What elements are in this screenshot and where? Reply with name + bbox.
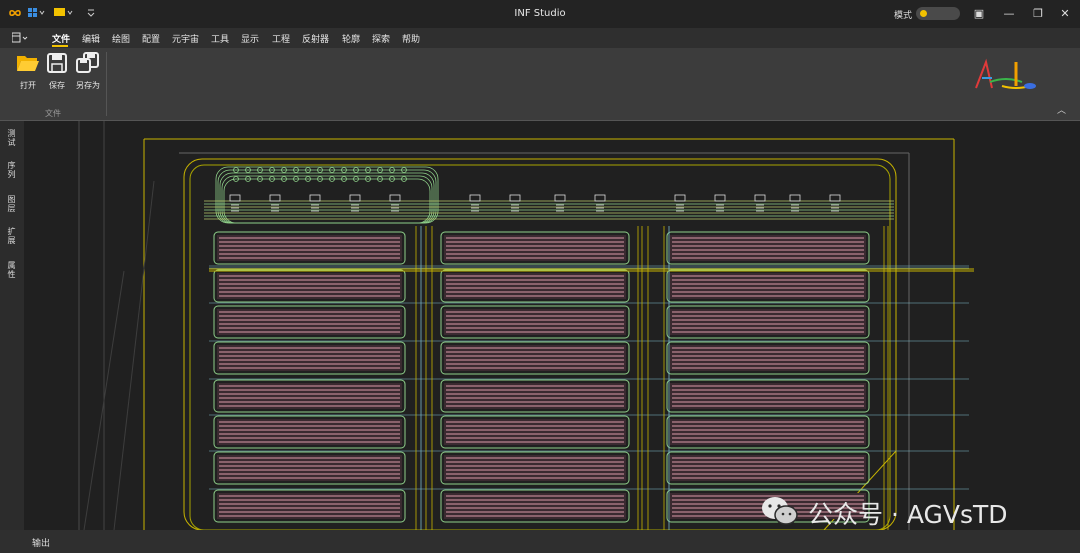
save-button[interactable]: 保存 [42,52,72,91]
menu-metaverse[interactable]: 元宇宙 [172,32,199,45]
menu-file[interactable]: 文件 [52,32,70,45]
station-marker [229,194,241,202]
folder-open-icon [17,56,39,71]
rack-block [444,383,626,409]
rack-block [670,345,866,371]
menu-tools[interactable]: 工具 [211,32,229,45]
station-marker [469,194,481,202]
open-button[interactable]: 打开 [13,52,43,91]
minimize-button[interactable]: — [1002,7,1016,21]
menu-project[interactable]: 工程 [272,32,290,45]
station-marker [789,194,801,202]
menu-config[interactable]: 配置 [142,32,160,45]
cad-layout-drawing[interactable] [24,121,1080,530]
station-marker [754,194,766,202]
wechat-icon [762,497,798,525]
title-bar: INF Studio 模式 ▣ — ❐ ✕ [0,0,1080,28]
menu-edit[interactable]: 编辑 [82,32,100,45]
rack-block [670,383,866,409]
menu-bar: 文件 编辑 绘图 配置 元宇宙 工具 显示 工程 反射器 轮廓 探索 帮助 [0,28,1080,48]
ribbon-group-label: 文件 [45,109,61,118]
menu-draw[interactable]: 绘图 [112,32,130,45]
station-marker [309,194,321,202]
rack-block [670,273,866,299]
close-button[interactable]: ✕ [1058,7,1072,21]
rack-block [670,455,866,481]
station-marker [269,194,281,202]
save-icon [47,53,67,73]
rack-block [217,493,402,519]
maximize-button[interactable]: ❐ [1031,7,1045,21]
tab-extensions[interactable]: 扩展 [6,227,17,245]
mode-toggle[interactable] [916,7,960,20]
rack-block [670,309,866,335]
save-as-icon [76,52,99,73]
drawing-canvas[interactable] [24,121,1080,530]
station-marker [674,194,686,202]
ribbon-group-separator [106,52,107,116]
rack-block [217,273,402,299]
rack-block [217,455,402,481]
station-marker [389,194,401,202]
rack-block [670,419,866,445]
rack-block [217,345,402,371]
tab-sequence[interactable]: 序列 [6,161,17,179]
menu-explore[interactable]: 探索 [372,32,390,45]
tab-properties[interactable]: 属性 [6,261,17,279]
station-marker [554,194,566,202]
rack-block [444,493,626,519]
station-marker [509,194,521,202]
collapse-ribbon-icon[interactable]: ︿ [1057,103,1066,116]
open-label: 打开 [20,81,36,90]
left-side-panel: 测试 序列 图层 扩展 属性 [0,121,24,530]
output-bar: 输出 [0,530,1080,553]
menu-help[interactable]: 帮助 [402,32,420,45]
restore-layout-icon[interactable]: ▣ [972,7,986,21]
rack-block [444,235,626,261]
menu-display[interactable]: 显示 [241,32,259,45]
toggle-knob [920,10,927,17]
rack-block [217,235,402,261]
rack-block [444,419,626,445]
stations [229,167,841,212]
green-path-loop [215,166,439,224]
rack-block [444,345,626,371]
rack-block [217,383,402,409]
rack-block [217,309,402,335]
rack-block [670,235,866,261]
tab-layers[interactable]: 图层 [6,195,17,213]
agvstd-logo [975,58,1036,89]
active-menu-indicator [52,45,68,47]
save-as-label: 另存为 [76,81,100,90]
rack-block [444,273,626,299]
tab-test[interactable]: 测试 [6,129,17,147]
station-marker [594,194,606,202]
watermark-text: 公众号 · AGVsTD [808,500,1008,529]
save-label: 保存 [49,81,65,90]
mode-label: 模式 [894,11,913,21]
storage-rack-blocks [213,231,870,523]
station-marker [349,194,361,202]
rack-block [444,309,626,335]
save-as-button[interactable]: 另存为 [73,52,103,91]
menu-reflector[interactable]: 反射器 [302,32,329,45]
rack-block [217,419,402,445]
menu-contour[interactable]: 轮廓 [342,32,360,45]
output-tab[interactable]: 输出 [32,536,50,549]
ribbon: 打开 保存 另存为 文件 ︿ [0,48,1080,121]
rack-block [444,455,626,481]
station-marker [829,194,841,202]
station-marker [714,194,726,202]
app-menu-icon[interactable] [12,32,28,44]
